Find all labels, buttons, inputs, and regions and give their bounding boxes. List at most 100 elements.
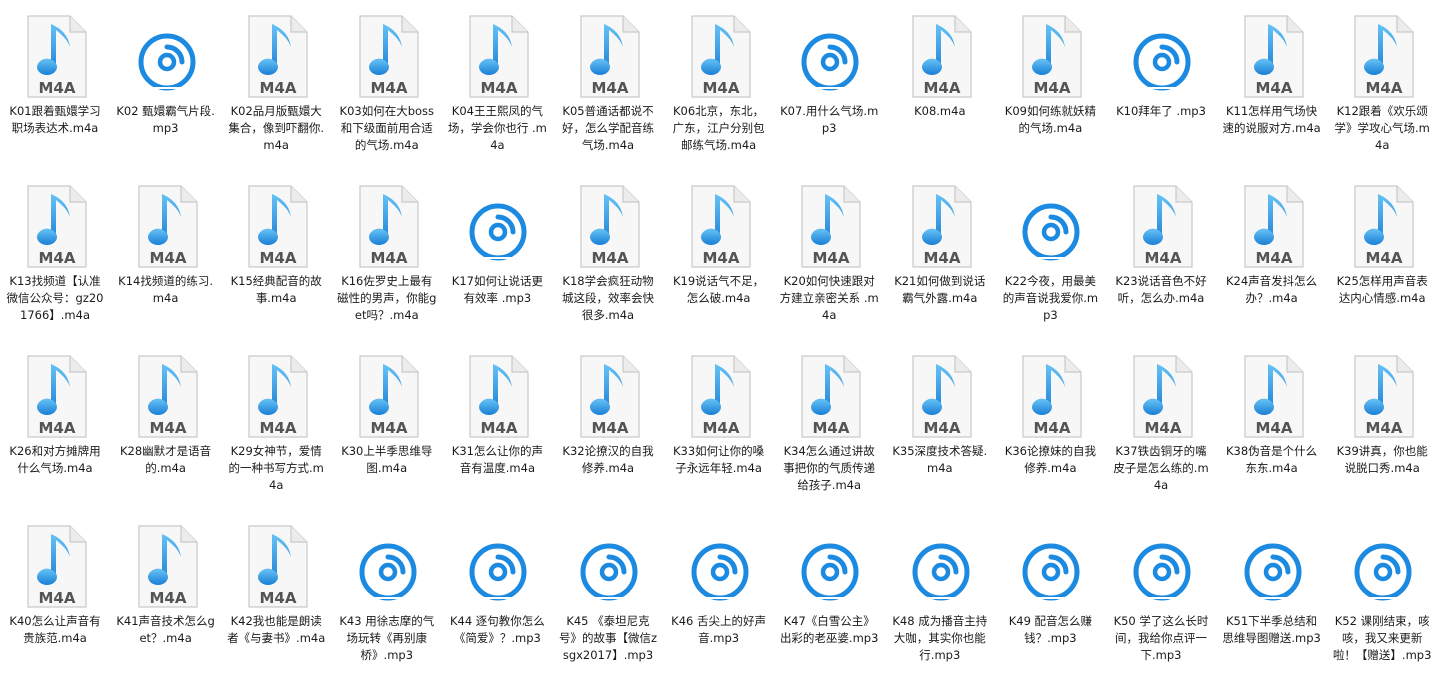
file-type-badge: M4A <box>481 79 518 97</box>
file-item[interactable]: K52 课刚结束，咳咳，我又来更新啦！【赠送】.mp3 <box>1330 510 1434 664</box>
file-item[interactable]: M4A K38伪音是个什么东东.m4a <box>1220 340 1324 477</box>
file-item[interactable]: M4A K34怎么通过讲故事把你的气质传递给孩子.m4a <box>777 340 881 494</box>
m4a-file-icon: M4A <box>352 354 422 439</box>
file-item[interactable]: M4A K16佐罗史上最有磁性的男声，你能get吗？.m4a <box>335 170 439 324</box>
m4a-file-icon: M4A <box>573 184 643 269</box>
file-name-label: K31怎么让你的声音有温度.m4a <box>451 444 543 475</box>
file-item[interactable]: K48 成为播音主持大咖，其实你也能行.mp3 <box>888 510 992 664</box>
m4a-file-icon: M4A <box>573 14 643 99</box>
file-item[interactable]: M4A K42我也能是朗读者《与妻书》.m4a <box>224 510 328 647</box>
file-item[interactable]: M4A K09如何练就妖精的气场.m4a <box>998 0 1102 137</box>
file-name-label: K47《白雪公主》出彩的老巫婆.mp3 <box>779 614 879 645</box>
file-type-badge: M4A <box>260 589 297 607</box>
m4a-file-icon: M4A <box>20 354 90 439</box>
file-item[interactable]: K07.用什么气场.mp3 <box>777 0 881 137</box>
file-item[interactable]: M4A K05普通话都说不好，怎么学配音练气场.m4a <box>556 0 660 154</box>
m4a-file-icon: M4A <box>684 14 754 99</box>
file-item[interactable]: K43 用徐志摩的气场玩转《再别康桥》.mp3 <box>335 510 439 664</box>
file-item[interactable]: K47《白雪公主》出彩的老巫婆.mp3 <box>777 510 881 647</box>
file-name-label: K28幽默才是语音的.m4a <box>120 444 212 475</box>
m4a-file-icon: M4A <box>905 14 975 99</box>
file-item[interactable]: M4A K31怎么让你的声音有温度.m4a <box>445 340 549 477</box>
file-item[interactable]: M4A K14找频道的练习.m4a <box>114 170 218 307</box>
file-name-label: K50 学了这么长时间，我给你点评一下.mp3 <box>1113 614 1209 662</box>
mp3-disc-icon <box>794 14 864 99</box>
file-item[interactable]: M4A K35深度技术答疑.m4a <box>888 340 992 477</box>
file-item[interactable]: M4A K21如何做到说话霸气外露.m4a <box>888 170 992 307</box>
file-item[interactable]: K17如何让说话更有效率 .mp3 <box>445 170 549 307</box>
m4a-file-icon: M4A <box>241 184 311 269</box>
file-item[interactable]: M4A K24声音发抖怎么办？.m4a <box>1220 170 1324 307</box>
file-item[interactable]: M4A K08.m4a <box>888 0 992 120</box>
file-name-label: K48 成为播音主持大咖，其实你也能行.mp3 <box>892 614 988 662</box>
file-item[interactable]: M4A K29女神节，爱情的一种书写方式.m4a <box>224 340 328 494</box>
file-item[interactable]: M4A K12跟着《欢乐颂学》学攻心气场.m4a <box>1330 0 1434 154</box>
file-item[interactable]: M4A K19说话气不足，怎么破.m4a <box>667 170 771 307</box>
file-name-label: K29女神节，爱情的一种书写方式.m4a <box>228 444 324 492</box>
file-item[interactable]: M4A K13找频道【认准微信公众号：gz201766】.m4a <box>3 170 107 324</box>
file-item[interactable]: M4A K41声音技术怎么get？.m4a <box>114 510 218 647</box>
file-item[interactable]: K44 逐句教你怎么《简爱》？.mp3 <box>445 510 549 647</box>
file-type-badge: M4A <box>1034 79 1071 97</box>
file-type-badge: M4A <box>592 249 629 267</box>
file-name-label: K07.用什么气场.mp3 <box>780 104 879 135</box>
file-type-badge: M4A <box>1034 419 1071 437</box>
m4a-file-icon: M4A <box>241 354 311 439</box>
file-item[interactable]: M4A K04王王熙凤的气场，学会你也行 .m4a <box>445 0 549 154</box>
file-type-badge: M4A <box>39 249 76 267</box>
mp3-disc-icon <box>462 524 532 609</box>
file-item[interactable]: K45 《泰坦尼克号》的故事【微信zsgx2017】.mp3 <box>556 510 660 664</box>
m4a-file-icon: M4A <box>241 524 311 609</box>
file-name-label: K49 配音怎么赚钱？.mp3 <box>1008 614 1093 645</box>
file-item[interactable]: M4A K28幽默才是语音的.m4a <box>114 340 218 477</box>
file-name-label: K40怎么让声音有贵族范.m4a <box>9 614 101 645</box>
mp3-disc-icon <box>1126 524 1196 609</box>
m4a-file-icon: M4A <box>905 184 975 269</box>
file-item[interactable]: M4A K01跟着甄嬛学习职场表达术.m4a <box>3 0 107 137</box>
file-item[interactable]: M4A K03如何在大boss和下级面前用合适的气场.m4a <box>335 0 439 154</box>
file-item[interactable]: M4A K37铁齿铜牙的嘴皮子是怎么练的.m4a <box>1109 340 1213 494</box>
file-name-label: K46 舌尖上的好声音.mp3 <box>671 614 767 645</box>
file-item[interactable]: M4A K30上半季思维导图.m4a <box>335 340 439 477</box>
file-item[interactable]: M4A K20如何快速跟对方建立亲密关系 .m4a <box>777 170 881 324</box>
file-item[interactable]: M4A K15经典配音的故事.m4a <box>224 170 328 307</box>
file-item[interactable]: K46 舌尖上的好声音.mp3 <box>667 510 771 647</box>
file-item[interactable]: M4A K18学会疯狂动物城这段，效率会快很多.m4a <box>556 170 660 324</box>
file-name-label: K43 用徐志摩的气场玩转《再别康桥》.mp3 <box>339 614 435 662</box>
m4a-file-icon: M4A <box>131 184 201 269</box>
file-item[interactable]: K51下半季总结和思维导图赠送.mp3 <box>1220 510 1324 647</box>
file-item[interactable]: M4A K36论撩妹的自我修养.m4a <box>998 340 1102 477</box>
m4a-file-icon: M4A <box>1015 354 1085 439</box>
file-item[interactable]: M4A K25怎样用声音表达内心情感.m4a <box>1330 170 1434 307</box>
mp3-disc-icon <box>684 524 754 609</box>
file-item[interactable]: K50 学了这么长时间，我给你点评一下.mp3 <box>1109 510 1213 664</box>
file-type-badge: M4A <box>39 419 76 437</box>
file-item[interactable]: M4A K02品月版甄嬛大集合，像到吓翻你.m4a <box>224 0 328 154</box>
file-item[interactable]: M4A K40怎么让声音有贵族范.m4a <box>3 510 107 647</box>
file-item[interactable]: M4A K06北京，东北，广东，江户分别包邮练气场.m4a <box>667 0 771 154</box>
file-item[interactable]: K02 甄嬛霸气片段.mp3 <box>114 0 218 137</box>
file-type-badge: M4A <box>1255 249 1292 267</box>
file-item[interactable]: M4A K39讲真，你也能说脱口秀.m4a <box>1330 340 1434 477</box>
file-name-label: K37铁齿铜牙的嘴皮子是怎么练的.m4a <box>1113 444 1209 492</box>
mp3-disc-icon <box>1347 524 1417 609</box>
file-item[interactable]: K10拜年了 .mp3 <box>1109 0 1213 120</box>
file-item[interactable]: K49 配音怎么赚钱？.mp3 <box>998 510 1102 647</box>
file-item[interactable]: M4A K33如何让你的嗓子永远年轻.m4a <box>667 340 771 477</box>
file-type-badge: M4A <box>260 79 297 97</box>
file-name-label: K02 甄嬛霸气片段.mp3 <box>116 104 215 135</box>
file-item[interactable]: M4A K32论撩汉的自我修养.m4a <box>556 340 660 477</box>
file-name-label: K02品月版甄嬛大集合，像到吓翻你.m4a <box>228 104 325 152</box>
file-type-badge: M4A <box>260 249 297 267</box>
file-name-label: K06北京，东北，广东，江户分别包邮练气场.m4a <box>672 104 765 152</box>
mp3-disc-icon <box>573 524 643 609</box>
file-type-badge: M4A <box>370 79 407 97</box>
file-type-badge: M4A <box>592 419 629 437</box>
file-item[interactable]: K22今夜，用最美的声音说我爱你.mp3 <box>998 170 1102 324</box>
file-item[interactable]: M4A K11怎样用气场快速的说服对方.m4a <box>1220 0 1324 137</box>
file-type-badge: M4A <box>149 419 186 437</box>
file-name-label: K01跟着甄嬛学习职场表达术.m4a <box>9 104 101 135</box>
file-type-badge: M4A <box>813 249 850 267</box>
file-item[interactable]: M4A K23说话音色不好听，怎么办.m4a <box>1109 170 1213 307</box>
file-item[interactable]: M4A K26和对方摊牌用什么气场.m4a <box>3 340 107 477</box>
